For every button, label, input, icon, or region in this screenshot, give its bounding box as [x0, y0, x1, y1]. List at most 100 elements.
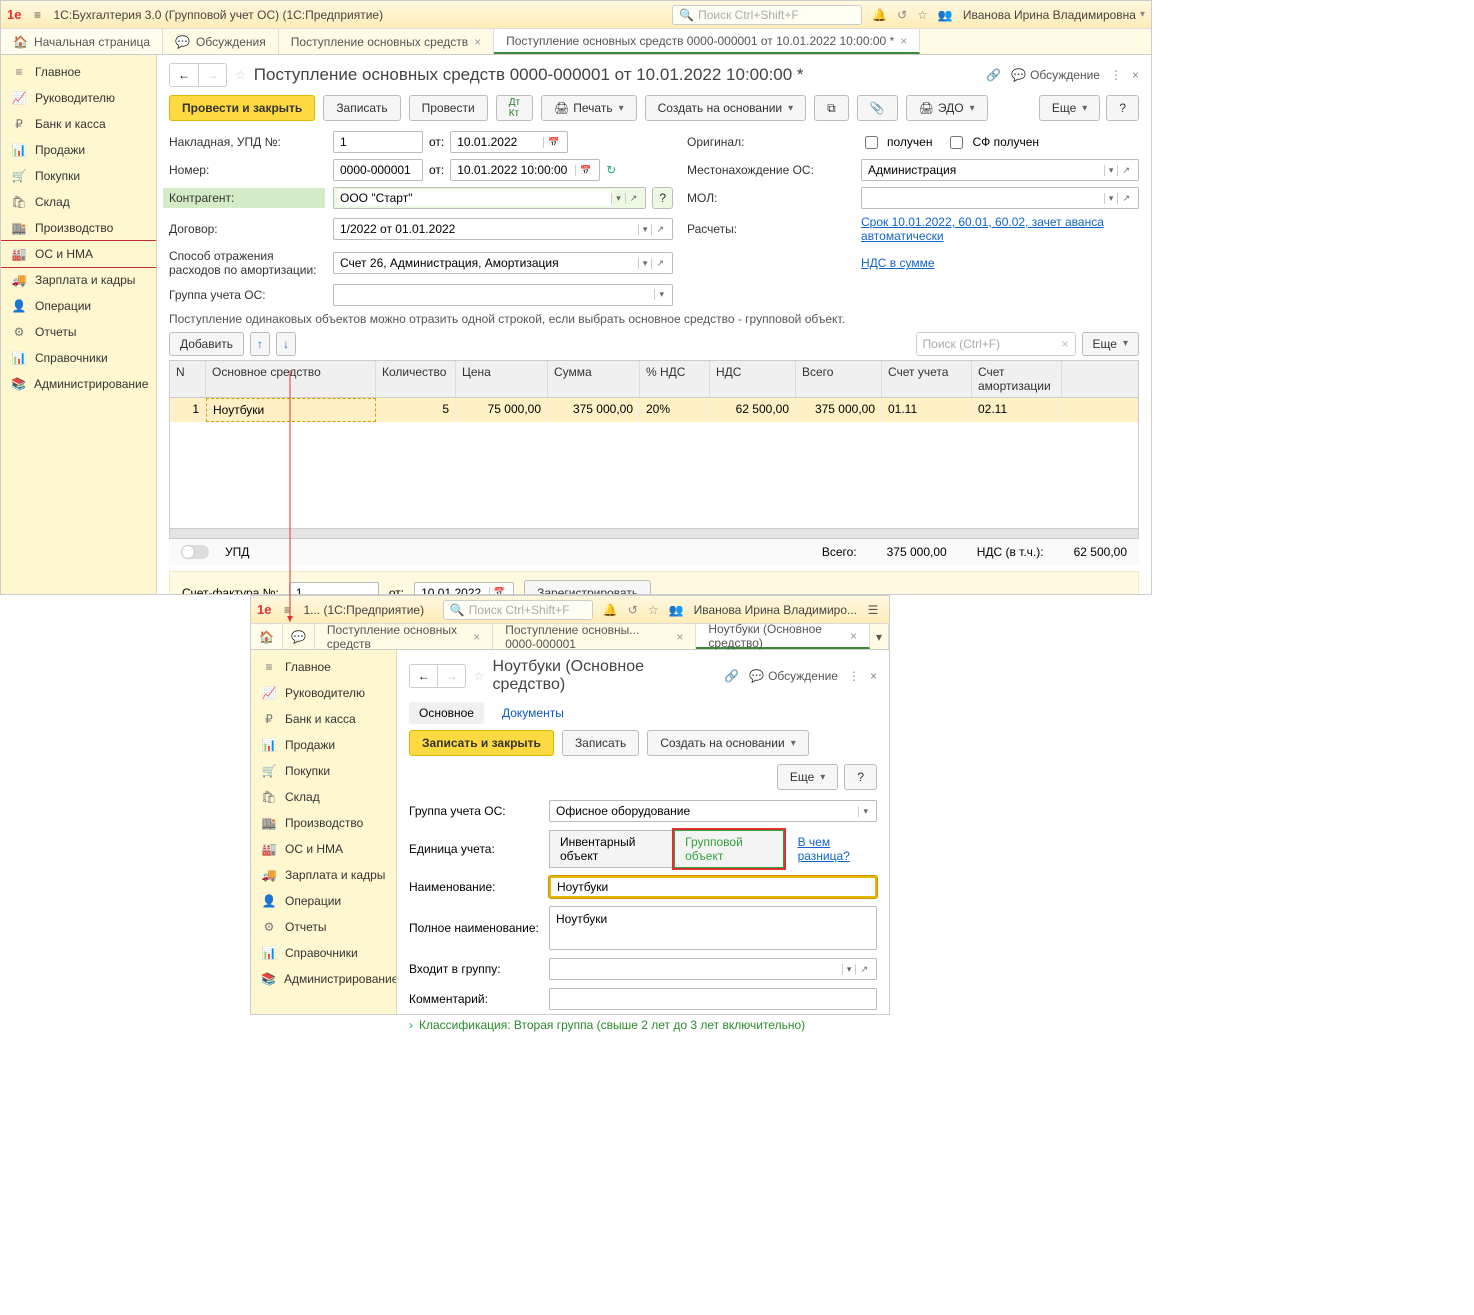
col-header[interactable]: Счет амортизации [972, 361, 1062, 397]
menu-icon[interactable]: ≡ [277, 603, 297, 617]
close-icon[interactable]: × [1132, 68, 1139, 82]
refresh-icon[interactable]: ↻ [606, 163, 616, 177]
close-icon[interactable]: × [474, 35, 481, 49]
sidebar-item-8[interactable]: 🚚Зарплата и кадры [251, 862, 396, 888]
dtct-button[interactable]: ДтКт [496, 95, 533, 121]
classification-text[interactable]: ›Классификация: Вторая группа (свыше 2 л… [409, 1018, 877, 1032]
mol-input[interactable]: ▾↗ [861, 187, 1139, 209]
attach-button[interactable]: 📎 [857, 95, 898, 121]
vdots-icon[interactable]: ⋮ [1110, 68, 1122, 82]
settings-icon[interactable]: ☰ [863, 603, 883, 617]
tab-doc-active[interactable]: Поступление основных средств 0000-000001… [494, 29, 920, 54]
sidebar-item-11[interactable]: 📊Справочники [1, 345, 156, 371]
location-input[interactable]: ▾↗ [861, 159, 1139, 181]
nakl-number-input[interactable] [333, 131, 423, 153]
tab-start[interactable]: 🏠Начальная страница [1, 29, 163, 54]
sidebar-item-12[interactable]: 📚Администрирование [251, 966, 396, 992]
col-amort[interactable]: 02.11 [972, 398, 1062, 422]
sidebar-item-6[interactable]: 🏬Производство [251, 810, 396, 836]
name-input[interactable] [549, 876, 877, 898]
fullname-input[interactable] [549, 906, 877, 950]
sidebar-item-3[interactable]: 📊Продажи [1, 137, 156, 163]
table-search-input[interactable]: Поиск (Ctrl+F)× [916, 332, 1076, 356]
col-header[interactable]: Цена [456, 361, 548, 397]
col-header[interactable]: Счет учета [882, 361, 972, 397]
col-vat[interactable]: 62 500,00 [710, 398, 796, 422]
edo-button[interactable]: 🖨 ЭДО [906, 95, 988, 121]
sidebar-item-5[interactable]: 🛍Склад [251, 784, 396, 810]
diff-link[interactable]: В чем разница? [798, 835, 877, 863]
movedown-button[interactable]: ↓ [276, 332, 296, 356]
col-price[interactable]: 75 000,00 [456, 398, 548, 422]
ingroup-input[interactable]: ▾↗ [549, 958, 877, 980]
col-header[interactable]: Количество [376, 361, 456, 397]
calc-link[interactable]: Срок 10.01.2022, 60.01, 60.02, зачет ава… [861, 215, 1104, 243]
sidebar-item-10[interactable]: ⚙Отчеты [1, 319, 156, 345]
moveup-button[interactable]: ↑ [250, 332, 270, 356]
upd-toggle[interactable] [181, 545, 209, 559]
col-header[interactable]: % НДС [640, 361, 710, 397]
sidebar-item-1[interactable]: 📈Руководителю [251, 680, 396, 706]
invoice-number-input[interactable] [289, 582, 379, 594]
seg-group[interactable]: Групповой объект [674, 830, 783, 868]
cal-icon[interactable]: 📅 [543, 137, 563, 148]
scrollbar[interactable] [170, 528, 1138, 538]
close-icon[interactable]: × [900, 34, 907, 48]
related-button[interactable]: ⧉ [814, 95, 849, 121]
group-input[interactable]: ▾ [549, 800, 877, 822]
sidebar-item-7[interactable]: 🏭ОС и НМА [1, 240, 157, 268]
seg-inventory[interactable]: Инвентарный объект [549, 830, 674, 868]
sidebar-item-8[interactable]: 🚚Зарплата и кадры [1, 267, 156, 293]
col-header[interactable]: N [170, 361, 206, 397]
star-icon[interactable]: ☆ [917, 8, 928, 22]
col-vatp[interactable]: 20% [640, 398, 710, 422]
col-name[interactable]: Ноутбуки [206, 398, 376, 422]
sidebar-item-2[interactable]: ₽Банк и касса [251, 706, 396, 732]
inner-tab-main[interactable]: Основное [409, 702, 484, 724]
tab-chat[interactable]: 💬 [283, 624, 315, 649]
sfreceived-checkbox[interactable] [950, 136, 963, 149]
table-more-button[interactable]: Еще [1082, 332, 1139, 356]
sidebar-item-1[interactable]: 📈Руководителю [1, 85, 156, 111]
more-button[interactable]: Еще [1039, 95, 1100, 121]
doc-date-input[interactable]: 📅 [450, 159, 600, 181]
sidebar-item-0[interactable]: ≡Главное [251, 654, 396, 680]
expense-input[interactable]: ▾↗ [333, 252, 673, 274]
menu-icon[interactable]: ≡ [27, 8, 47, 22]
col-header[interactable]: Основное средство [206, 361, 376, 397]
tab-overflow[interactable]: ▾ [870, 624, 889, 649]
users-icon[interactable]: 👥 [938, 8, 953, 22]
sidebar-item-9[interactable]: 👤Операции [1, 293, 156, 319]
save-close-button[interactable]: Записать и закрыть [409, 730, 554, 756]
global-search-input[interactable]: 🔍Поиск Ctrl+Shift+F [443, 600, 593, 620]
nav-back-button[interactable]: ← [170, 64, 198, 86]
create-based-button[interactable]: Создать на основании [647, 730, 809, 756]
tab-doc-list[interactable]: Поступление основных средств× [315, 624, 493, 649]
tab-item-active[interactable]: Ноутбуки (Основное средство)× [696, 624, 870, 649]
register-button[interactable]: Зарегистрировать [524, 580, 651, 594]
link-icon[interactable]: 🔗 [724, 669, 739, 683]
tab-discuss[interactable]: 💬Обсуждения [163, 29, 279, 54]
tab-home[interactable]: 🏠 [251, 624, 283, 649]
user-label[interactable]: Иванова Ирина Владимиро... [694, 603, 857, 617]
record-button[interactable]: Записать [562, 730, 639, 756]
post-close-button[interactable]: Провести и закрыть [169, 95, 315, 121]
group-input[interactable]: ▾ [333, 284, 673, 306]
close-icon[interactable]: × [870, 669, 877, 683]
users-icon[interactable]: 👥 [669, 603, 684, 617]
close-icon[interactable]: × [1062, 337, 1069, 351]
col-qty[interactable]: 5 [376, 398, 456, 422]
global-search-input[interactable]: 🔍 Поиск Ctrl+Shift+F [672, 5, 862, 25]
sidebar-item-7[interactable]: 🏭ОС и НМА [251, 836, 396, 862]
received-checkbox[interactable] [865, 136, 878, 149]
tab-doc-list[interactable]: Поступление основных средств× [279, 29, 494, 54]
col-total[interactable]: 375 000,00 [796, 398, 882, 422]
bell-icon[interactable]: 🔔 [872, 8, 887, 22]
user-label[interactable]: Иванова Ирина Владимировна▾ [963, 8, 1145, 22]
expand-icon[interactable]: ↗ [1117, 165, 1134, 176]
doc-number-input[interactable] [333, 159, 423, 181]
add-row-button[interactable]: Добавить [169, 332, 244, 356]
help-button[interactable]: ? [1106, 95, 1139, 121]
nav-forward-button[interactable]: → [198, 64, 226, 86]
cal-icon[interactable]: 📅 [575, 165, 595, 176]
